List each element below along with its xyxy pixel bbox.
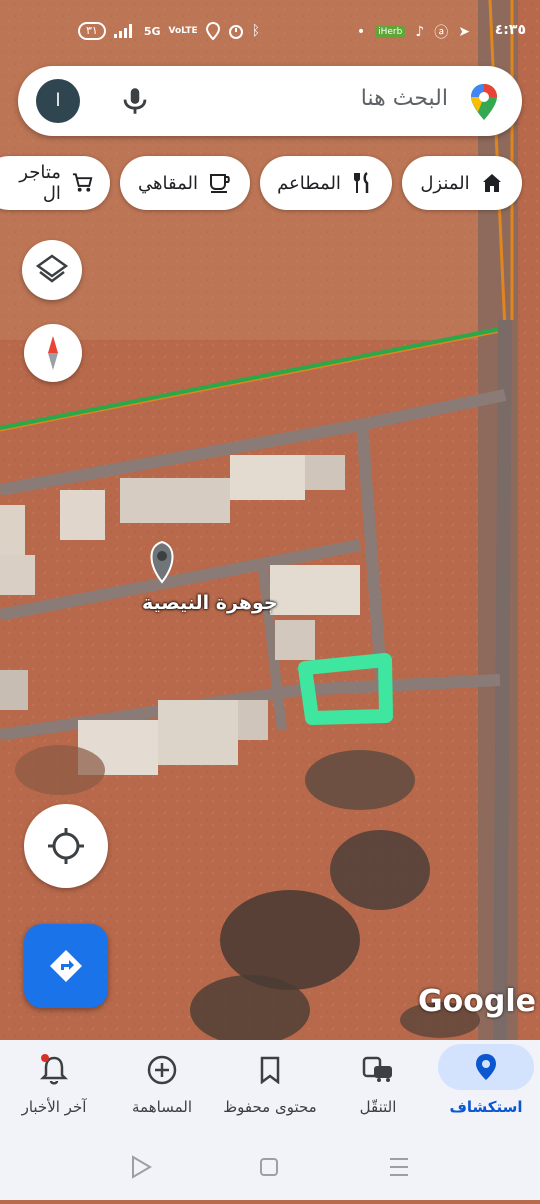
network-type: 5G: [143, 24, 161, 38]
nav-commute[interactable]: التنقّل: [324, 1040, 432, 1130]
search-input[interactable]: البحث هنا: [361, 86, 448, 111]
chip-home-label: المنزل: [420, 172, 470, 194]
location-status-icon: [205, 22, 220, 40]
nav-explore[interactable]: استكشاف: [432, 1040, 540, 1130]
home-square-icon: [260, 1158, 278, 1176]
search-bar[interactable]: ا البحث هنا: [18, 66, 522, 136]
chip-cafes[interactable]: المقاهي: [120, 156, 250, 210]
chip-stores-label: متاجر ال: [19, 162, 61, 204]
tiktok-icon: ♪: [415, 24, 425, 40]
telegram-icon: ➤: [458, 24, 470, 40]
chip-stores[interactable]: متاجر ال: [0, 156, 110, 210]
nav-updates-icon-wrap: [24, 1054, 84, 1086]
status-left: ٣١ 5G VoLTE ᛒ: [78, 22, 260, 40]
google-maps-pin-icon: [471, 84, 497, 120]
dot-icon: •: [356, 24, 366, 40]
directions-icon: [50, 950, 82, 982]
cart-icon: [72, 173, 93, 192]
restaurant-icon: [353, 171, 369, 193]
back-triangle-icon: [132, 1155, 152, 1179]
chip-cafes-label: المقاهي: [138, 172, 198, 194]
chip-restaurants[interactable]: المطاعم: [260, 156, 392, 210]
battery-indicator: ٣١: [78, 22, 106, 40]
compass-icon: [48, 336, 58, 370]
home-icon: [482, 174, 501, 192]
layers-button[interactable]: [22, 240, 82, 300]
add-circle-icon: [147, 1055, 177, 1085]
nav-updates[interactable]: آخر الأخبار: [0, 1040, 108, 1130]
bookmark-icon: [260, 1056, 280, 1084]
nav-saved-icon-wrap: [240, 1054, 300, 1086]
volte-indicator: VoLTE: [168, 26, 198, 36]
my-location-button[interactable]: [24, 804, 108, 888]
poi-label[interactable]: جوهرة النيصية: [142, 592, 278, 614]
status-bar: ٣١ 5G VoLTE ᛒ • iHerb ♪ ⓐ ➤ ٤:٣٥: [0, 0, 540, 64]
nav-explore-label: استكشاف: [449, 1098, 523, 1116]
nav-commute-icon-wrap: [348, 1054, 408, 1086]
explore-pin-icon: [476, 1054, 496, 1080]
nav-saved-label: محتوى محفوظ: [223, 1098, 317, 1116]
nav-updates-label: آخر الأخبار: [21, 1098, 87, 1116]
bottom-navigation: استكشاف التنقّل محتوى محفوظ المساهمة آخر…: [0, 1040, 540, 1130]
app-notification-icon: ⓐ: [434, 25, 449, 41]
system-navigation-bar: [0, 1130, 540, 1200]
notification-dot-icon: [41, 1054, 49, 1062]
nav-contribute[interactable]: المساهمة: [108, 1040, 216, 1130]
nav-explore-icon-wrap: [438, 1044, 534, 1090]
avatar[interactable]: ا: [36, 79, 80, 123]
layers-icon: [35, 254, 69, 283]
compass-button[interactable]: [24, 324, 82, 382]
commute-icon: [362, 1056, 392, 1082]
bluetooth-icon: ᛒ: [251, 23, 261, 39]
nav-contribute-icon-wrap: [132, 1054, 192, 1086]
coffee-icon: [210, 174, 230, 193]
recents-menu-icon: [390, 1158, 408, 1176]
alarm-icon: [228, 25, 243, 39]
nav-contribute-label: المساهمة: [132, 1098, 192, 1116]
nav-saved[interactable]: محتوى محفوظ: [216, 1040, 324, 1130]
google-logo: Google: [418, 984, 536, 1019]
nav-commute-label: التنقّل: [359, 1098, 397, 1116]
signal-icon: [113, 24, 132, 38]
directions-button[interactable]: [24, 924, 108, 1008]
system-nav-buttons: [132, 1155, 408, 1179]
clock: ٤:٣٥: [494, 22, 526, 38]
iherb-icon: iHerb: [375, 26, 406, 38]
bell-icon: [39, 1054, 69, 1085]
chip-restaurants-label: المطاعم: [277, 172, 341, 194]
crosshair-icon: [48, 828, 84, 864]
chip-home[interactable]: المنزل: [402, 156, 522, 210]
status-right: • iHerb ♪ ⓐ ➤: [357, 22, 470, 42]
mic-icon[interactable]: [118, 84, 152, 118]
